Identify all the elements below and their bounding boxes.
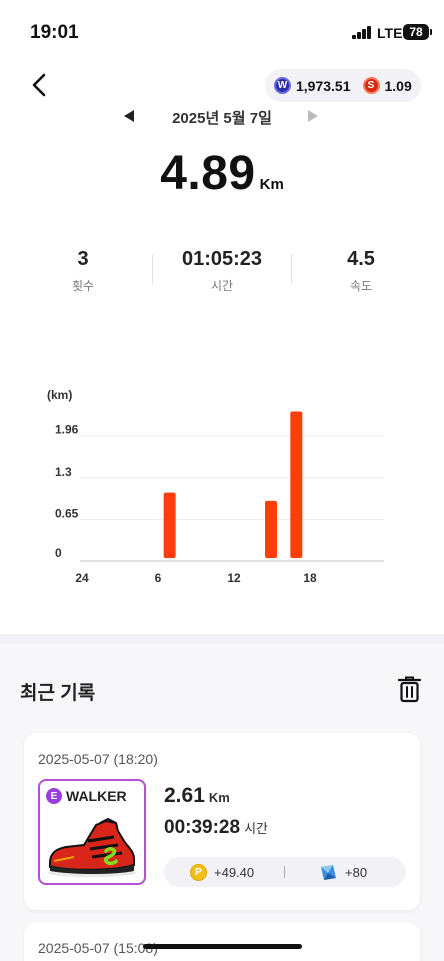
record-distance-value: 2.61	[164, 784, 205, 807]
chart-x-tick: 12	[227, 571, 241, 585]
record-card[interactable]: 2025-05-07 (15:08)	[24, 922, 420, 961]
total-distance: 4.89 Km	[0, 146, 444, 201]
stat-value: 01:05:23	[181, 248, 263, 270]
w-coin-icon: W	[274, 77, 291, 94]
record-distance: 2.61 Km	[164, 784, 230, 808]
epic-badge-icon: E	[46, 788, 62, 804]
chart-bar	[163, 492, 176, 558]
stat-value: 4.5	[347, 248, 375, 270]
chart-y-tick: 1.3	[55, 465, 72, 479]
next-date-icon[interactable]	[308, 110, 318, 122]
stat-speed: 4.5 속도	[291, 248, 431, 294]
shoe-card: E WALKER	[38, 779, 146, 885]
sneaker-icon	[48, 817, 136, 877]
back-button[interactable]	[26, 70, 56, 100]
recent-title: 최근 기록	[20, 683, 96, 704]
network-type: LTE	[377, 25, 403, 41]
s-balance: 1.09	[384, 77, 412, 94]
delete-button[interactable]	[397, 676, 422, 703]
section-divider	[0, 634, 444, 644]
status-time: 19:01	[30, 22, 79, 43]
w-balance: 1,973.51	[296, 77, 351, 94]
reward-gem-value: +80	[345, 864, 368, 880]
reward-gem: +80	[320, 857, 367, 887]
status-bar: 19:01 LTE 78	[0, 0, 444, 60]
chart-y-tick: 0.65	[55, 506, 79, 520]
stat-count: 3 횟수	[13, 248, 153, 294]
rewards-bar: P +49.40 +80	[164, 857, 406, 887]
s-coin-icon: S	[362, 77, 380, 94]
chart-y-tick: 0	[55, 546, 62, 560]
stat-label: 횟수	[71, 279, 95, 293]
chart-x-tick: 24	[75, 571, 89, 585]
record-datetime: 2025-05-07 (18:20)	[38, 751, 158, 767]
record-card[interactable]: 2025-05-07 (18:20) E WALKER 2.61 Km 00:39…	[24, 733, 420, 910]
chart-y-tick: 1.96	[55, 423, 79, 437]
record-distance-unit: Km	[208, 790, 230, 805]
stat-time: 01:05:23 시간	[152, 248, 292, 294]
reward-points: P +49.40	[190, 857, 254, 887]
gem-icon	[321, 864, 336, 880]
shoe-type: WALKER	[66, 788, 127, 804]
stat-label: 시간	[210, 279, 234, 293]
chevron-left-icon	[32, 73, 46, 97]
rewards-divider	[284, 866, 285, 878]
current-date: 2025년 5월 7일	[172, 110, 272, 127]
reward-points-value: +49.40	[214, 864, 255, 880]
distance-unit: Km	[259, 176, 284, 193]
p-coin-icon: P	[190, 863, 207, 881]
record-datetime: 2025-05-07 (15:08)	[38, 940, 158, 956]
date-navigator: 2025년 5월 7일	[0, 106, 444, 128]
stats-row: 3 횟수 01:05:23 시간 4.5 속도	[0, 248, 444, 296]
chart-x-tick: 18	[303, 571, 317, 585]
shoe-badge: E WALKER	[46, 788, 127, 804]
chart-bar	[265, 500, 277, 558]
distance-value: 4.89	[160, 147, 256, 200]
record-duration: 00:39:28 시간	[164, 817, 268, 839]
battery-icon: 78	[403, 24, 432, 40]
trash-icon	[397, 676, 422, 703]
home-indicator	[143, 944, 302, 949]
chart-x-tick: 6	[155, 571, 162, 585]
wallet-balance[interactable]: W 1,973.51 S 1.09	[265, 69, 421, 102]
chart-bar	[290, 411, 303, 558]
distance-chart: (km) 0 0.65 1.3 1.96 24 6 12 18	[47, 388, 384, 585]
stat-value: 3	[77, 248, 89, 270]
record-duration-unit: 시간	[244, 821, 268, 836]
record-duration-value: 00:39:28	[164, 817, 241, 838]
stat-label: 속도	[349, 279, 373, 293]
chart-y-label: (km)	[47, 388, 72, 402]
signal-icon	[352, 26, 372, 39]
